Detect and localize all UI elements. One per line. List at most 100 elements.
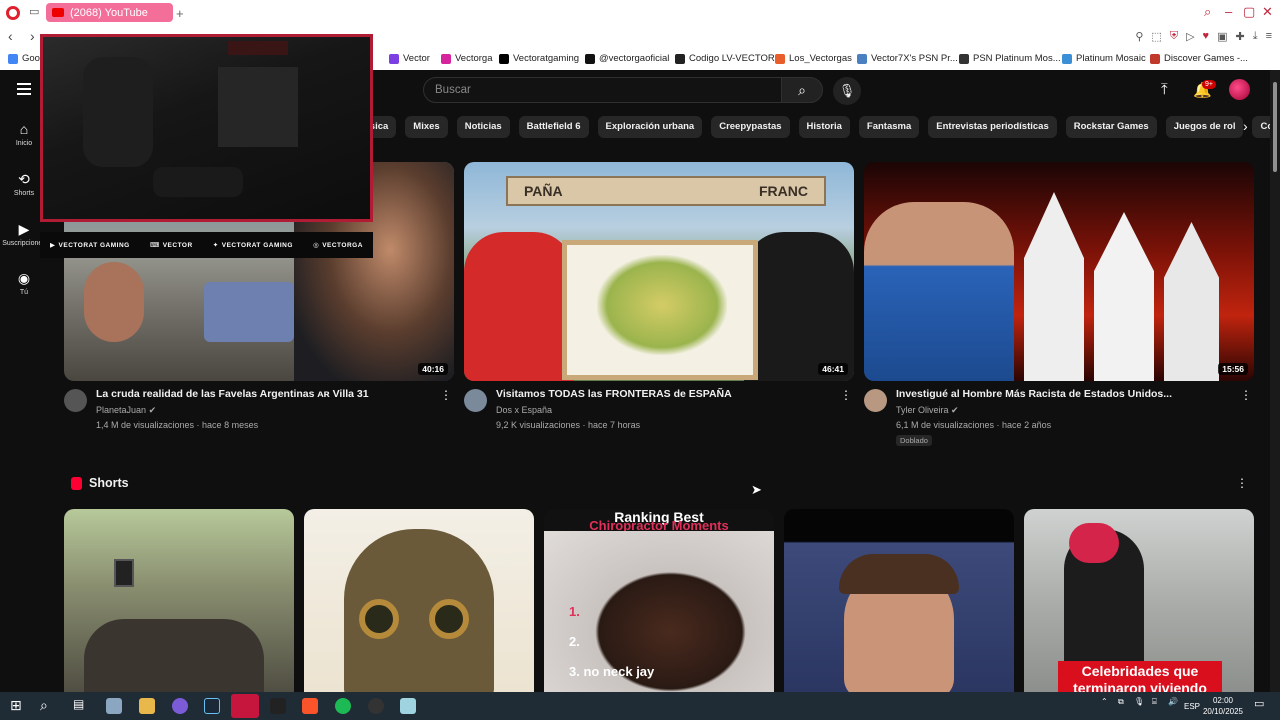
video-title[interactable]: La cruda realidad de las Favelas Argenti… xyxy=(96,388,436,400)
bookmark-favicon-icon xyxy=(441,53,451,64)
bookmark-item[interactable]: Vector xyxy=(389,53,430,64)
video-title[interactable]: Visitamos TODAS las FRONTERAS de ESPAÑA xyxy=(496,388,836,400)
bookmark-item[interactable]: Los_Vectorgas xyxy=(775,53,852,64)
tray-volume-icon[interactable]: 🔊 xyxy=(1168,697,1178,706)
map-shape xyxy=(597,255,727,355)
short-card-3[interactable]: Ranking Best Chiropractor Moments 1. 2. … xyxy=(544,509,774,692)
clock-date: 20/10/2025 xyxy=(1202,707,1244,716)
video-title[interactable]: Investigué al Hombre Más Racista de Esta… xyxy=(896,388,1236,400)
more-options-icon[interactable]: ⋮ xyxy=(440,388,452,402)
search-button[interactable]: ⌕ xyxy=(781,77,823,103)
filter-chip[interactable]: Comedi xyxy=(1252,116,1270,138)
forward-icon[interactable]: › xyxy=(30,28,35,44)
voice-search-button[interactable]: 🎙 xyxy=(833,77,861,105)
scrollbar-thumb[interactable] xyxy=(1273,82,1277,172)
filter-chip[interactable]: Noticias xyxy=(456,116,510,138)
filter-chip[interactable]: Entrevistas periodísticas xyxy=(928,116,1057,138)
filter-chip[interactable]: Juegos de rol xyxy=(1165,116,1244,138)
filter-chip[interactable]: Historia xyxy=(798,116,850,138)
avatar[interactable] xyxy=(1229,79,1250,100)
back-icon[interactable]: ‹ xyxy=(8,28,13,44)
tray-mic-icon[interactable]: 🎙 xyxy=(1134,697,1144,706)
channel-avatar[interactable] xyxy=(864,389,887,412)
tray-network-icon[interactable]: ⌸ xyxy=(1152,697,1157,707)
task-view-icon[interactable]: ▤ xyxy=(73,697,84,711)
tray-chevron-icon[interactable]: ⌃ xyxy=(1101,697,1108,706)
bookmark-item[interactable]: Platinum Mosaic xyxy=(1062,53,1146,64)
bookmark-item[interactable]: PSN Platinum Mos... xyxy=(959,53,1061,64)
page-scrollbar[interactable] xyxy=(1270,70,1280,692)
snapshot-icon[interactable]: ⬚ xyxy=(1151,30,1161,43)
steam-icon[interactable] xyxy=(204,698,220,714)
bookmark-item[interactable]: Goo xyxy=(8,53,40,64)
clock[interactable]: 02:00 20/10/2025 xyxy=(1200,695,1246,717)
minimize-icon[interactable]: – xyxy=(1225,4,1232,19)
filter-chip[interactable]: Exploración urbana xyxy=(597,116,703,138)
bookmark-item[interactable]: Vectorga xyxy=(441,53,493,64)
vpn-icon[interactable]: ⛨ xyxy=(1170,30,1178,43)
bookmark-item[interactable]: @vectorgaoficial xyxy=(585,53,669,64)
hamburger-menu-icon[interactable] xyxy=(17,83,31,98)
taskbar-app-ea-icon[interactable] xyxy=(270,698,286,714)
extension-icon[interactable]: ▣ xyxy=(1217,30,1227,43)
sidebar-label: Inicio xyxy=(15,140,33,147)
search-input[interactable]: Buscar xyxy=(423,77,783,103)
search-tabs-icon[interactable]: ⌕ xyxy=(1204,4,1211,20)
obs-icon[interactable] xyxy=(368,698,384,714)
filter-chip[interactable]: Mixes xyxy=(405,116,448,138)
bookmark-item[interactable]: Codigo LV-VECTOR xyxy=(675,53,775,64)
spotify-icon[interactable] xyxy=(335,698,351,714)
search-icon[interactable]: ⌕ xyxy=(40,697,48,714)
filter-chip[interactable]: Fantasma xyxy=(858,116,920,138)
tray-app-icon[interactable]: ⧉ xyxy=(1118,697,1124,707)
notification-center-icon[interactable]: ▭ xyxy=(1254,697,1264,710)
sidebar-item-tu[interactable]: ◉ Tú xyxy=(0,271,48,296)
taskbar-app-1-icon[interactable] xyxy=(106,698,122,714)
video-thumbnail[interactable]: 15:56 xyxy=(864,162,1254,381)
chevron-right-icon[interactable]: › xyxy=(1243,118,1248,134)
close-icon[interactable]: ✕ xyxy=(1262,4,1273,20)
channel-name[interactable]: Dos x España xyxy=(496,405,552,415)
maximize-icon[interactable]: ▢ xyxy=(1243,4,1255,20)
flow-icon[interactable]: ▷ xyxy=(1186,30,1194,43)
short-card-1[interactable] xyxy=(64,509,294,692)
new-tab-button[interactable]: + xyxy=(176,6,184,21)
discord-icon[interactable] xyxy=(172,698,188,714)
download-icon[interactable]: ⤓ xyxy=(1253,30,1258,43)
bookmark-item[interactable]: Discover Games -... xyxy=(1150,53,1248,64)
notepad-icon[interactable] xyxy=(400,698,416,714)
filter-chip[interactable]: Rockstar Games xyxy=(1065,116,1157,138)
upload-icon[interactable]: ⤒ xyxy=(1161,81,1168,98)
video-card-2[interactable]: PAÑA FRANC 46:41 Visitamos TODAS las FRO… xyxy=(464,162,854,430)
short-card-5[interactable]: Celebridades que terminaron viviendo xyxy=(1024,509,1254,692)
channel-name[interactable]: PlanetaJuan ✔ xyxy=(96,405,156,416)
short-card-2[interactable] xyxy=(304,509,534,692)
more-options-icon[interactable]: ⋮ xyxy=(1240,388,1252,402)
notifications-badge: 9+ xyxy=(1202,80,1216,89)
menu-icon[interactable]: ≡ xyxy=(1266,30,1272,43)
heart-icon[interactable]: ♥ xyxy=(1203,30,1210,43)
tab-islands-icon[interactable]: ▭ xyxy=(29,5,39,18)
brave-icon[interactable] xyxy=(302,698,318,714)
pin-icon[interactable]: ⚲ xyxy=(1135,30,1143,43)
bookmark-item[interactable]: Vector7X's PSN Pr... xyxy=(857,53,958,64)
channel-name[interactable]: Tyler Oliveira ✔ xyxy=(896,405,959,416)
opera-logo-icon[interactable] xyxy=(6,5,20,20)
language-indicator[interactable]: ESP xyxy=(1184,702,1200,711)
shorts-more-options-icon[interactable]: ⋮ xyxy=(1236,476,1248,490)
filter-chip[interactable]: Battlefield 6 xyxy=(518,116,589,138)
channel-avatar[interactable] xyxy=(64,389,87,412)
filter-chip[interactable]: Creepypastas xyxy=(711,116,790,138)
puzzle-icon[interactable]: ✚ xyxy=(1235,30,1244,43)
video-thumbnail[interactable]: PAÑA FRANC 46:41 xyxy=(464,162,854,381)
bookmark-item[interactable]: Vectoratgaming xyxy=(499,53,579,64)
channel-avatar[interactable] xyxy=(464,389,487,412)
file-explorer-icon[interactable] xyxy=(139,698,155,714)
tab-youtube[interactable]: (2068) YouTube xyxy=(46,3,173,22)
more-options-icon[interactable]: ⋮ xyxy=(840,388,852,402)
windows-start-icon[interactable]: ⊞ xyxy=(10,697,22,714)
opera-taskbar-icon[interactable] xyxy=(231,694,259,718)
social-label: VECTORAT GAMING xyxy=(221,241,293,249)
short-card-4[interactable] xyxy=(784,509,1014,692)
video-card-3[interactable]: 15:56 Investigué al Hombre Más Racista d… xyxy=(864,162,1254,446)
